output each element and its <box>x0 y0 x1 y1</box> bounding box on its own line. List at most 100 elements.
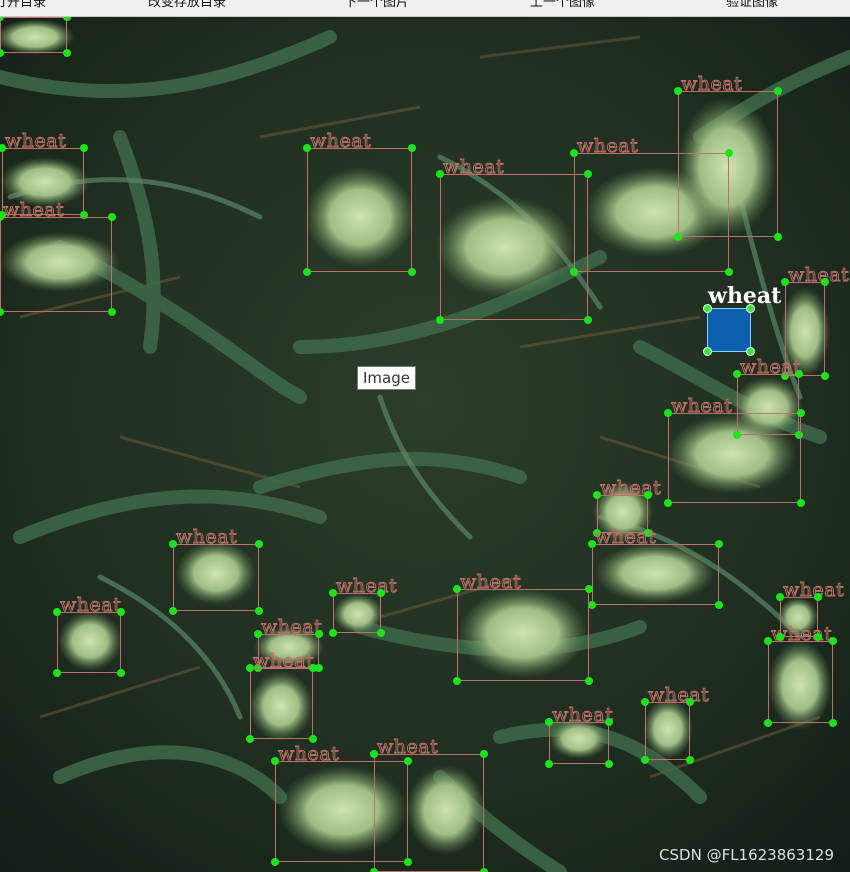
resize-handle[interactable] <box>764 719 772 727</box>
resize-handle[interactable] <box>480 750 488 758</box>
bounding-box[interactable]: wheat <box>0 200 116 316</box>
bounding-box[interactable]: wheat <box>764 624 837 727</box>
resize-handle[interactable] <box>169 607 177 615</box>
resize-handle[interactable] <box>271 757 279 765</box>
open-directory-button[interactable]: 打开目录 <box>0 0 46 14</box>
bounding-box[interactable]: wheat <box>303 131 416 276</box>
resize-handle[interactable] <box>370 868 378 872</box>
resize-handle[interactable] <box>408 144 416 152</box>
resize-handle[interactable] <box>715 540 723 548</box>
resize-handle[interactable] <box>664 499 672 507</box>
resize-handle[interactable] <box>246 735 254 743</box>
resize-handle[interactable] <box>585 585 593 593</box>
bounding-box[interactable]: wheat <box>246 651 317 743</box>
resize-handle[interactable] <box>829 637 837 645</box>
resize-handle[interactable] <box>821 372 829 380</box>
resize-handle[interactable] <box>370 750 378 758</box>
resize-handle[interactable] <box>797 499 805 507</box>
resize-handle[interactable] <box>255 607 263 615</box>
resize-handle[interactable] <box>329 629 337 637</box>
resize-handle[interactable] <box>108 213 116 221</box>
resize-handle[interactable] <box>63 49 71 57</box>
resize-handle[interactable] <box>733 370 741 378</box>
selected-bounding-box[interactable]: wheat <box>703 285 781 356</box>
resize-handle[interactable] <box>80 144 88 152</box>
bounding-box[interactable]: wheat <box>370 737 488 872</box>
resize-handle[interactable] <box>309 664 317 672</box>
bounding-box[interactable]: wheat <box>588 527 723 609</box>
bounding-box[interactable]: wheat <box>169 527 263 615</box>
change-save-directory-button[interactable]: 改变存放目录 <box>148 0 226 14</box>
resize-handle[interactable] <box>588 601 596 609</box>
resize-handle[interactable] <box>686 698 694 706</box>
resize-handle[interactable] <box>309 735 317 743</box>
resize-handle[interactable] <box>377 629 385 637</box>
resize-handle[interactable] <box>774 233 782 241</box>
resize-handle[interactable] <box>545 718 553 726</box>
resize-handle[interactable] <box>593 491 601 499</box>
resize-handle[interactable] <box>254 630 262 638</box>
resize-handle[interactable] <box>814 593 822 601</box>
bounding-box[interactable]: wheat <box>329 576 397 637</box>
resize-handle[interactable] <box>725 268 733 276</box>
resize-handle[interactable] <box>377 589 385 597</box>
bounding-box[interactable]: wheat <box>674 74 782 241</box>
resize-handle[interactable] <box>436 170 444 178</box>
resize-handle[interactable] <box>584 316 592 324</box>
resize-handle[interactable] <box>674 87 682 95</box>
resize-handle[interactable] <box>117 669 125 677</box>
resize-handle[interactable] <box>703 347 712 356</box>
resize-handle[interactable] <box>814 633 822 641</box>
bounding-box[interactable]: wheat <box>664 396 805 507</box>
resize-handle[interactable] <box>588 540 596 548</box>
resize-handle[interactable] <box>774 87 782 95</box>
annotation-canvas[interactable]: wheat wheat wheat wheat wheat wheat wheat wheat… <box>0 17 850 872</box>
resize-handle[interactable] <box>53 669 61 677</box>
resize-handle[interactable] <box>303 268 311 276</box>
resize-handle[interactable] <box>776 593 784 601</box>
resize-handle[interactable] <box>271 858 279 866</box>
resize-handle[interactable] <box>453 677 461 685</box>
resize-handle[interactable] <box>169 540 177 548</box>
resize-handle[interactable] <box>664 409 672 417</box>
resize-handle[interactable] <box>408 268 416 276</box>
resize-handle[interactable] <box>570 149 578 157</box>
resize-handle[interactable] <box>585 677 593 685</box>
resize-handle[interactable] <box>605 718 613 726</box>
resize-handle[interactable] <box>641 698 649 706</box>
resize-handle[interactable] <box>605 760 613 768</box>
bounding-box[interactable]: wheat <box>641 685 709 764</box>
previous-image-button[interactable]: 上一个图像 <box>530 0 595 14</box>
bounding-box[interactable]: wheat <box>776 580 844 641</box>
resize-handle[interactable] <box>764 637 772 645</box>
resize-handle[interactable] <box>674 233 682 241</box>
next-image-button[interactable]: 下一个图片 <box>344 0 409 14</box>
resize-handle[interactable] <box>641 756 649 764</box>
resize-handle[interactable] <box>329 589 337 597</box>
resize-handle[interactable] <box>746 347 755 356</box>
resize-handle[interactable] <box>255 540 263 548</box>
resize-handle[interactable] <box>795 370 803 378</box>
resize-handle[interactable] <box>108 308 116 316</box>
resize-handle[interactable] <box>686 756 694 764</box>
resize-handle[interactable] <box>715 601 723 609</box>
resize-handle[interactable] <box>821 278 829 286</box>
bounding-box[interactable]: wheat <box>0 17 71 57</box>
resize-handle[interactable] <box>436 316 444 324</box>
resize-handle[interactable] <box>117 608 125 616</box>
bounding-box[interactable]: wheat <box>53 595 125 677</box>
resize-handle[interactable] <box>545 760 553 768</box>
resize-handle[interactable] <box>776 633 784 641</box>
resize-handle[interactable] <box>480 868 488 872</box>
resize-handle[interactable] <box>644 491 652 499</box>
resize-handle[interactable] <box>53 608 61 616</box>
verify-image-button[interactable]: 验证图像 <box>726 0 778 14</box>
resize-handle[interactable] <box>829 719 837 727</box>
bounding-box[interactable]: wheat <box>545 705 613 768</box>
bounding-box[interactable]: wheat <box>436 157 592 324</box>
resize-handle[interactable] <box>781 278 789 286</box>
resize-handle[interactable] <box>246 664 254 672</box>
bounding-box[interactable]: wheat <box>453 572 593 685</box>
resize-handle[interactable] <box>570 268 578 276</box>
resize-handle[interactable] <box>703 304 712 313</box>
